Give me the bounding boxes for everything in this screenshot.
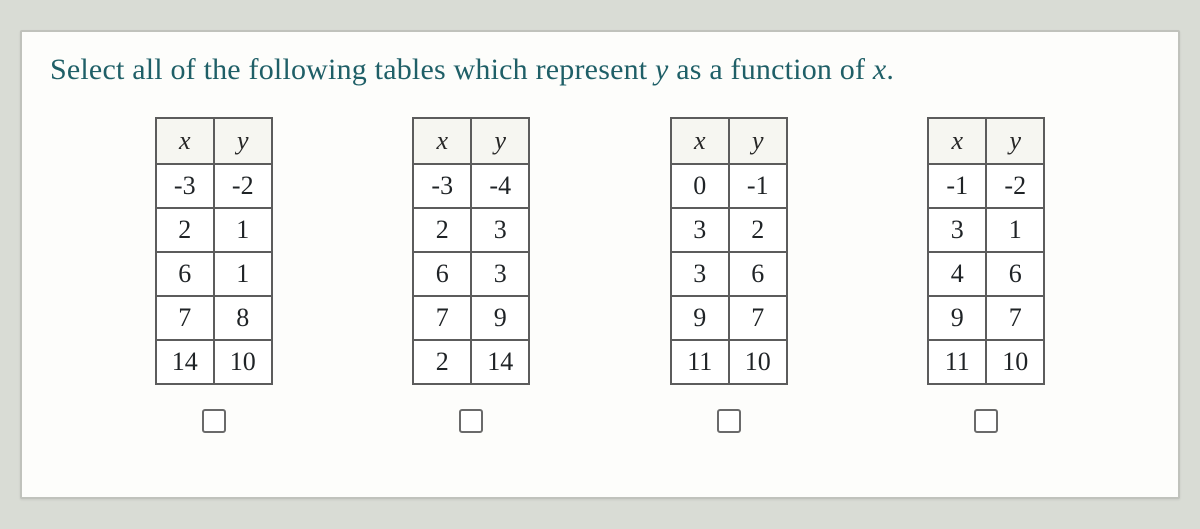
table-header-row: x y bbox=[156, 118, 272, 164]
table-row: 97 bbox=[671, 296, 787, 340]
cell-x: 3 bbox=[671, 208, 729, 252]
table-option-1: x y -3-2 21 61 78 1410 bbox=[155, 117, 273, 433]
cell-y: 2 bbox=[729, 208, 787, 252]
header-x: x bbox=[413, 118, 471, 164]
table-row: -3-2 bbox=[156, 164, 272, 208]
select-table-4-checkbox[interactable] bbox=[974, 409, 998, 433]
table-row: 97 bbox=[928, 296, 1044, 340]
cell-y: 1 bbox=[986, 208, 1044, 252]
cell-y: 8 bbox=[214, 296, 272, 340]
prompt-text-2: as a function of bbox=[669, 53, 873, 86]
table-row: 23 bbox=[413, 208, 529, 252]
cell-x: 7 bbox=[156, 296, 214, 340]
cell-y: 10 bbox=[214, 340, 272, 384]
cell-x: 4 bbox=[928, 252, 986, 296]
cell-y: 3 bbox=[471, 252, 529, 296]
cell-x: 9 bbox=[671, 296, 729, 340]
select-table-3-checkbox[interactable] bbox=[717, 409, 741, 433]
cell-x: -3 bbox=[413, 164, 471, 208]
table-row: 1110 bbox=[928, 340, 1044, 384]
table-row: 32 bbox=[671, 208, 787, 252]
xy-table-4: x y -1-2 31 46 97 1110 bbox=[927, 117, 1045, 385]
cell-x: 2 bbox=[413, 208, 471, 252]
select-table-1-checkbox[interactable] bbox=[202, 409, 226, 433]
cell-y: 14 bbox=[471, 340, 529, 384]
cell-x: 6 bbox=[156, 252, 214, 296]
cell-y: -4 bbox=[471, 164, 529, 208]
cell-y: 1 bbox=[214, 208, 272, 252]
cell-y: 10 bbox=[729, 340, 787, 384]
table-row: 36 bbox=[671, 252, 787, 296]
cell-y: 10 bbox=[986, 340, 1044, 384]
cell-x: 9 bbox=[928, 296, 986, 340]
xy-table-1: x y -3-2 21 61 78 1410 bbox=[155, 117, 273, 385]
cell-y: 6 bbox=[986, 252, 1044, 296]
tables-row: x y -3-2 21 61 78 1410 x y -3-4 23 63 bbox=[50, 117, 1150, 433]
cell-x: 14 bbox=[156, 340, 214, 384]
cell-x: 6 bbox=[413, 252, 471, 296]
table-row: 46 bbox=[928, 252, 1044, 296]
cell-y: 6 bbox=[729, 252, 787, 296]
table-row: 79 bbox=[413, 296, 529, 340]
question-prompt: Select all of the following tables which… bbox=[50, 50, 1150, 91]
table-row: -1-2 bbox=[928, 164, 1044, 208]
prompt-text-1: Select all of the following tables which… bbox=[50, 53, 655, 86]
table-row: -3-4 bbox=[413, 164, 529, 208]
variable-y: y bbox=[655, 53, 669, 86]
cell-x: 2 bbox=[156, 208, 214, 252]
table-row: 21 bbox=[156, 208, 272, 252]
header-x: x bbox=[156, 118, 214, 164]
table-row: 0-1 bbox=[671, 164, 787, 208]
table-row: 1410 bbox=[156, 340, 272, 384]
header-y: y bbox=[471, 118, 529, 164]
table-row: 214 bbox=[413, 340, 529, 384]
worksheet-page: Select all of the following tables which… bbox=[20, 30, 1180, 499]
cell-x: 11 bbox=[671, 340, 729, 384]
header-x: x bbox=[671, 118, 729, 164]
header-y: y bbox=[214, 118, 272, 164]
header-y: y bbox=[986, 118, 1044, 164]
xy-table-3: x y 0-1 32 36 97 1110 bbox=[670, 117, 788, 385]
cell-x: -3 bbox=[156, 164, 214, 208]
variable-x: x bbox=[873, 53, 887, 86]
cell-x: 3 bbox=[928, 208, 986, 252]
table-option-4: x y -1-2 31 46 97 1110 bbox=[927, 117, 1045, 433]
cell-y: 1 bbox=[214, 252, 272, 296]
table-row: 63 bbox=[413, 252, 529, 296]
header-x: x bbox=[928, 118, 986, 164]
cell-y: 7 bbox=[986, 296, 1044, 340]
select-table-2-checkbox[interactable] bbox=[459, 409, 483, 433]
cell-y: -2 bbox=[986, 164, 1044, 208]
table-row: 1110 bbox=[671, 340, 787, 384]
cell-y: 7 bbox=[729, 296, 787, 340]
table-header-row: x y bbox=[413, 118, 529, 164]
cell-x: 3 bbox=[671, 252, 729, 296]
cell-y: 3 bbox=[471, 208, 529, 252]
prompt-text-3: . bbox=[886, 53, 894, 86]
table-row: 31 bbox=[928, 208, 1044, 252]
xy-table-2: x y -3-4 23 63 79 214 bbox=[412, 117, 530, 385]
cell-y: 9 bbox=[471, 296, 529, 340]
cell-x: 11 bbox=[928, 340, 986, 384]
table-row: 61 bbox=[156, 252, 272, 296]
cell-x: 7 bbox=[413, 296, 471, 340]
cell-y: -2 bbox=[214, 164, 272, 208]
cell-x: 2 bbox=[413, 340, 471, 384]
header-y: y bbox=[729, 118, 787, 164]
cell-y: -1 bbox=[729, 164, 787, 208]
table-header-row: x y bbox=[928, 118, 1044, 164]
table-header-row: x y bbox=[671, 118, 787, 164]
table-option-3: x y 0-1 32 36 97 1110 bbox=[670, 117, 788, 433]
cell-x: 0 bbox=[671, 164, 729, 208]
table-row: 78 bbox=[156, 296, 272, 340]
cell-x: -1 bbox=[928, 164, 986, 208]
table-option-2: x y -3-4 23 63 79 214 bbox=[412, 117, 530, 433]
